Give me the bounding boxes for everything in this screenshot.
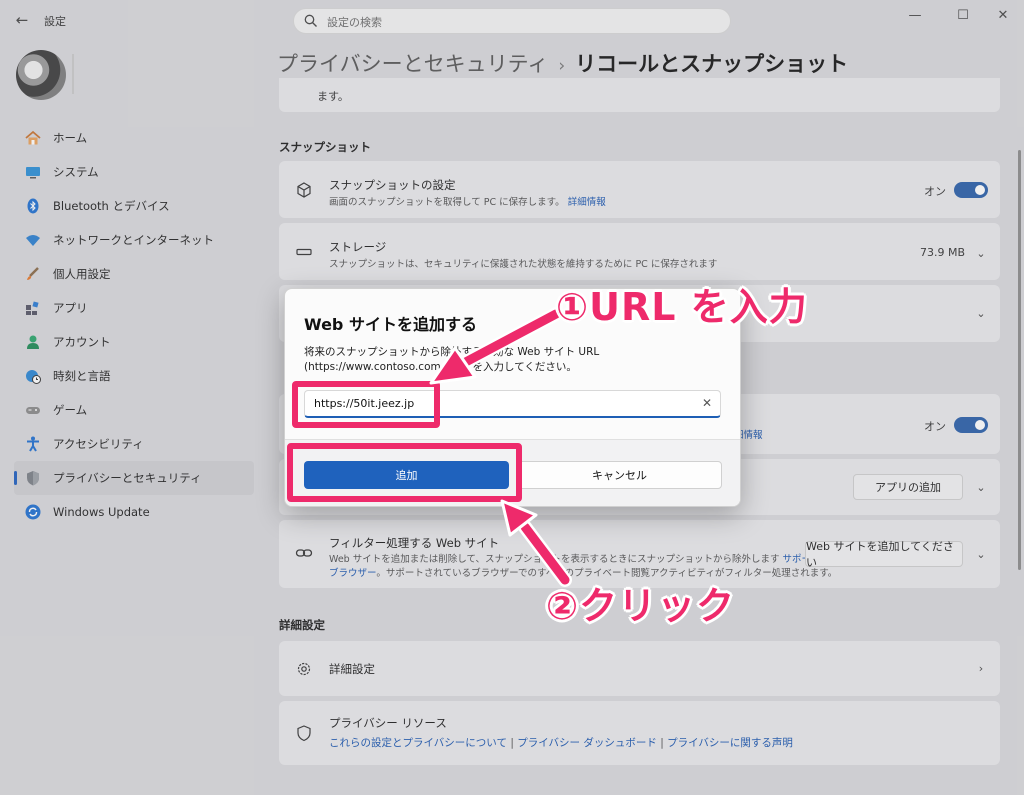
chevron-down-icon[interactable]: ⌄ (973, 546, 989, 562)
breadcrumb-separator: › (558, 56, 566, 76)
sidebar-item-bluetooth[interactable]: Bluetooth とデバイス (14, 189, 254, 223)
link-icon (294, 543, 314, 563)
add-website-button[interactable]: Web サイトを追加してください (805, 540, 963, 569)
advanced-section-header: 詳細設定 (279, 618, 325, 632)
storage-drive-icon (294, 242, 314, 262)
chevron-down-icon[interactable]: ⌄ (973, 479, 989, 495)
privacy-statement-link[interactable]: プライバシーに関する声明 (667, 737, 793, 749)
snapshot-learn-more-link[interactable]: 詳細情報 (568, 197, 606, 208)
account-icon (24, 333, 42, 351)
filter-websites-title: フィルター処理する Web サイト (329, 536, 500, 550)
sidebar-item-home[interactable]: ホーム (14, 121, 254, 155)
sidebar-item-system[interactable]: システム (14, 155, 254, 189)
snapshot-toggle[interactable] (954, 182, 988, 198)
sidebar-item-privacy-security[interactable]: プライバシーとセキュリティ (14, 461, 254, 495)
accessibility-icon (24, 435, 42, 453)
storage-title: ストレージ (329, 240, 387, 254)
snapshot-settings-card[interactable]: スナップショットの設定 画面のスナップショットを取得して PC に保存します。 … (279, 161, 1000, 218)
filter-toggle[interactable] (954, 417, 988, 433)
privacy-dashboard-link[interactable]: プライバシー ダッシュボード (517, 737, 657, 749)
snapshot-toggle-state: オン (924, 185, 946, 198)
sidebar-item-windows-update[interactable]: Windows Update (14, 495, 254, 529)
app-title: 設定 (44, 15, 66, 28)
shield-icon (24, 469, 42, 487)
minimize-button[interactable]: — (898, 4, 932, 26)
chevron-down-icon[interactable]: ⌄ (973, 305, 989, 321)
filter-websites-desc: Web サイトを追加または削除して、スナップショットを表示するときにスナップショ… (329, 554, 780, 565)
privacy-resources-card: プライバシー リソース これらの設定とプライバシーについて | プライバシー ダ… (279, 701, 1000, 765)
privacy-resources-title: プライバシー リソース (329, 716, 447, 730)
breadcrumb: プライバシーとセキュリティ › リコールとスナップショット (277, 48, 848, 78)
step1-annotation: ①URL を入力 (556, 285, 808, 329)
dialog-description: 将来のスナップショットから除外する有効な Web サイト URL (https:… (304, 346, 600, 373)
search-input[interactable]: 設定の検索 (293, 8, 731, 34)
sidebar-item-accessibility[interactable]: アクセシビリティ (14, 427, 254, 461)
gamepad-icon (24, 401, 42, 419)
url-highlight-box (292, 381, 440, 428)
close-button[interactable]: ✕ (986, 4, 1020, 26)
search-placeholder: 設定の検索 (327, 16, 382, 29)
maximize-button[interactable]: ☐ (946, 4, 980, 26)
storage-desc: スナップショットは、セキュリティに保護された状態を維持するために PC に保存さ… (329, 259, 718, 270)
sidebar-nav: ホーム システム Bluetooth とデバイス ネットワークとインターネット … (14, 121, 254, 529)
chevron-right-icon[interactable]: › (973, 660, 989, 676)
breadcrumb-parent[interactable]: プライバシーとセキュリティ (277, 52, 548, 76)
clear-icon[interactable]: ✕ (702, 396, 712, 410)
add-app-button[interactable]: アプリの追加 (853, 474, 963, 500)
brush-icon (24, 265, 42, 283)
cancel-button[interactable]: キャンセル (517, 461, 722, 489)
sidebar-item-network[interactable]: ネットワークとインターネット (14, 223, 254, 257)
system-icon (24, 163, 42, 181)
privacy-about-link[interactable]: これらの設定とプライバシーについて (329, 737, 507, 749)
chevron-down-icon[interactable]: ⌄ (973, 245, 989, 261)
advanced-settings-title: 詳細設定 (329, 662, 375, 676)
previous-card (279, 78, 1000, 112)
sidebar-item-account[interactable]: アカウント (14, 325, 254, 359)
dialog-title: Web サイトを追加する (304, 315, 477, 334)
search-icon (303, 13, 319, 32)
add-button-highlight-box (287, 443, 522, 502)
previous-card-text: ます。 (317, 90, 349, 103)
sidebar-item-time-language[interactable]: 時刻と言語 (14, 359, 254, 393)
back-button[interactable]: ← (10, 8, 34, 32)
sidebar-item-personalization[interactable]: 個人用設定 (14, 257, 254, 291)
sidebar-item-apps[interactable]: アプリ (14, 291, 254, 325)
globe-clock-icon (24, 367, 42, 385)
storage-card[interactable]: ストレージ スナップショットは、セキュリティに保護された状態を維持するために P… (279, 223, 1000, 280)
back-arrow-icon: ← (15, 11, 29, 29)
snapshot-cube-icon (294, 180, 314, 200)
browsers-link[interactable]: ブラウザー (329, 568, 376, 579)
shield-outline-icon (294, 723, 314, 743)
page-title: リコールとスナップショット (575, 52, 849, 76)
bluetooth-icon (24, 197, 42, 215)
update-icon (24, 503, 42, 521)
snapshots-section-header: スナップショット (279, 140, 371, 154)
filter-toggle-state: オン (924, 420, 946, 433)
avatar-divider (72, 54, 74, 94)
title-bar: ← 設定 設定の検索 — ☐ ✕ (0, 0, 1024, 40)
storage-value: 73.9 MB (920, 246, 966, 259)
wifi-icon (24, 231, 42, 249)
advanced-settings-card[interactable]: 詳細設定 › (279, 641, 1000, 696)
sidebar-item-gaming[interactable]: ゲーム (14, 393, 254, 427)
gear-icon (294, 659, 314, 679)
snapshot-settings-title: スナップショットの設定 (329, 178, 456, 192)
home-icon (24, 129, 42, 147)
avatar[interactable] (16, 50, 66, 100)
link-divider: | (660, 737, 664, 749)
apps-icon (24, 299, 42, 317)
scrollbar[interactable] (1018, 150, 1021, 570)
snapshot-settings-desc: 画面のスナップショットを取得して PC に保存します。 (329, 197, 565, 208)
step2-annotation: ②クリック (546, 584, 736, 628)
link-divider: | (510, 737, 514, 749)
